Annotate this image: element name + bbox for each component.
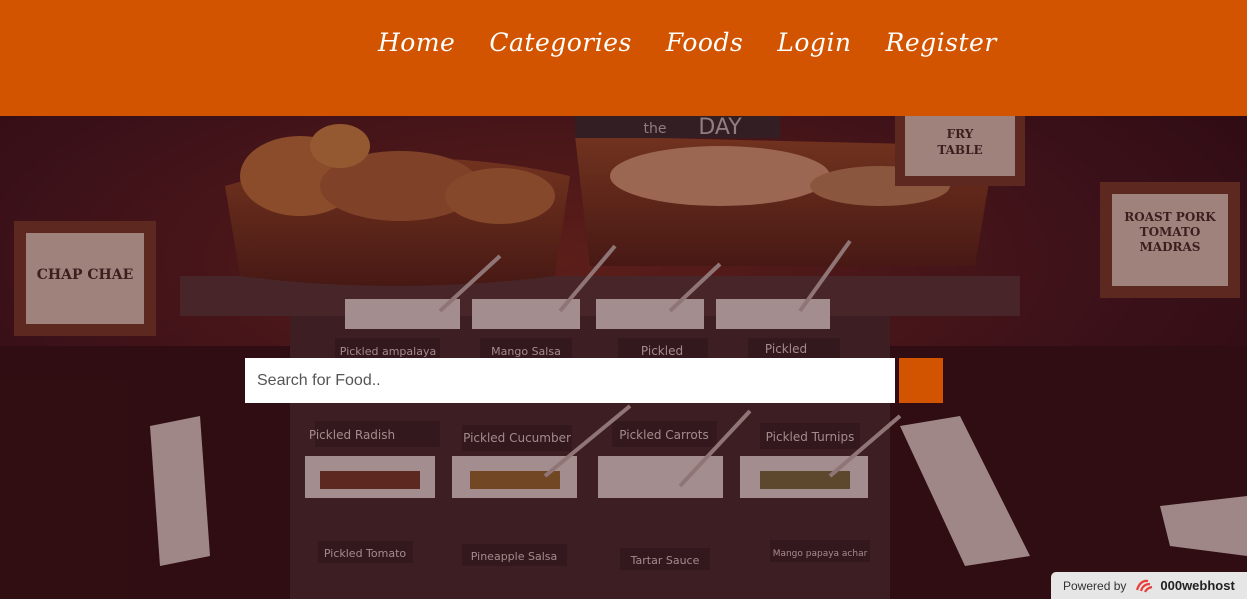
navbar: Home Categories Foods Login Register xyxy=(0,0,1247,116)
webhost-logo-icon xyxy=(1134,578,1156,594)
powered-by-brand: 000webhost xyxy=(1160,578,1235,593)
nav-categories-link[interactable]: Categories xyxy=(489,28,632,57)
search-input[interactable] xyxy=(245,358,895,403)
powered-by-badge[interactable]: Powered by 000webhost xyxy=(1051,572,1247,599)
search-button[interactable] xyxy=(245,358,943,403)
search-form xyxy=(245,358,943,403)
powered-by-prefix: Powered by xyxy=(1063,578,1127,593)
nav-login-link[interactable]: Login xyxy=(777,28,851,57)
nav-foods-link[interactable]: Foods xyxy=(666,28,743,57)
nav-home-link[interactable]: Home xyxy=(378,28,455,57)
nav-register-link[interactable]: Register xyxy=(886,28,997,57)
hero-section: CHAP CHAE ROAST PORK TOMATO MADRAS FRY T… xyxy=(0,116,1247,599)
nav-links: Home Categories Foods Login Register xyxy=(378,28,997,57)
